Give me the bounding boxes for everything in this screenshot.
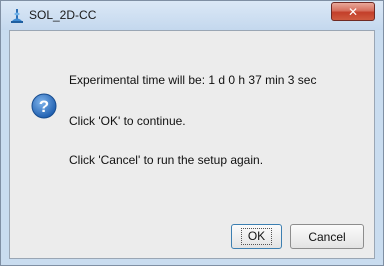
question-icon: ?	[31, 93, 57, 119]
app-icon	[9, 8, 25, 24]
dialog-window: SOL_2D-CC ✕ ? Experimental time will be:…	[0, 0, 384, 266]
ok-button-label: OK	[240, 228, 273, 245]
close-button[interactable]: ✕	[331, 2, 375, 21]
cancel-instruction: Click 'Cancel' to run the setup again.	[69, 153, 264, 167]
cancel-button-label: Cancel	[308, 229, 346, 244]
svg-text:?: ?	[39, 97, 49, 116]
ok-button[interactable]: OK	[231, 224, 282, 249]
continue-instruction: Click 'OK' to continue.	[69, 114, 186, 128]
window-title: SOL_2D-CC	[29, 8, 97, 22]
title-bar[interactable]: SOL_2D-CC ✕	[1, 1, 383, 30]
dialog-content: ? Experimental time will be: 1 d 0 h 37 …	[9, 30, 375, 259]
experiment-time-message: Experimental time will be: 1 d 0 h 37 mi…	[69, 73, 317, 87]
close-icon: ✕	[347, 4, 359, 19]
cancel-button[interactable]: Cancel	[290, 224, 364, 249]
